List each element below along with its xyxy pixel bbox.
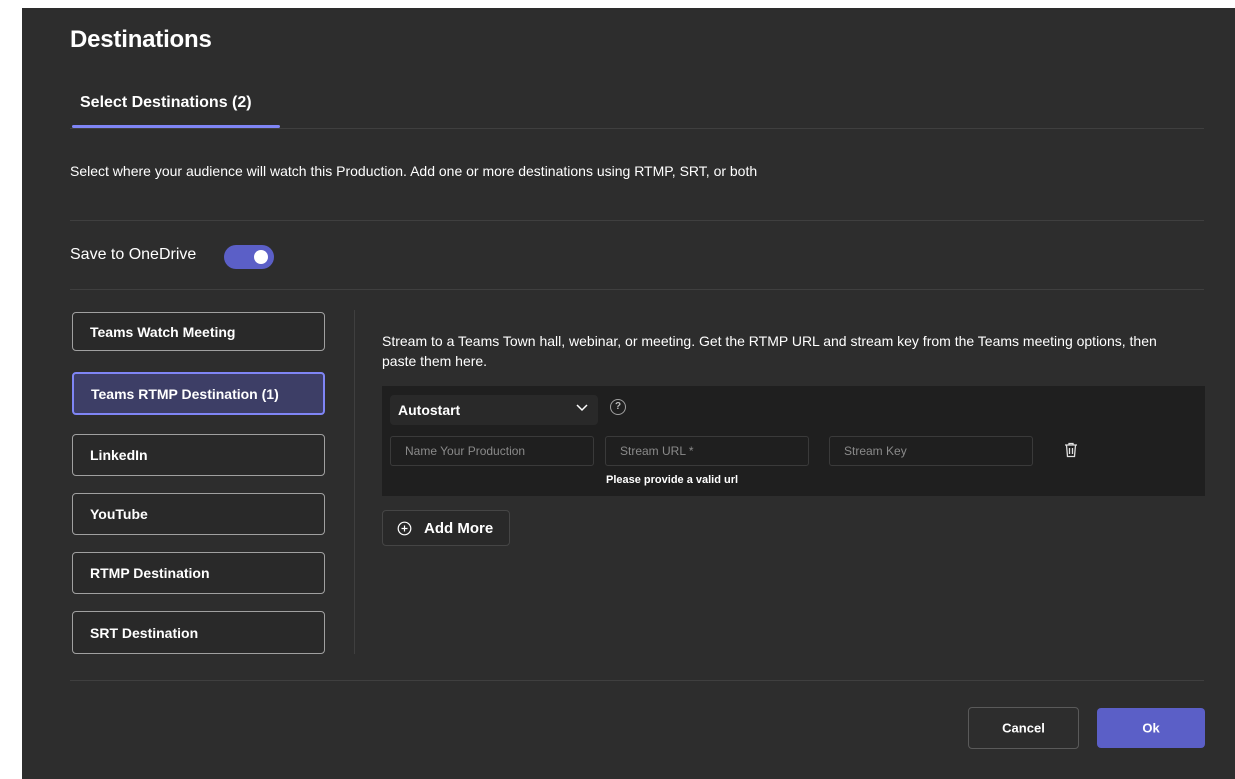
destination-label: YouTube	[90, 506, 148, 522]
divider	[70, 680, 1204, 681]
destination-rtmp[interactable]: RTMP Destination	[72, 552, 325, 594]
add-circle-icon	[397, 521, 412, 536]
url-error-message: Please provide a valid url	[606, 474, 739, 486]
dialog-description: Select where your audience will watch th…	[70, 163, 758, 179]
destination-teams-rtmp[interactable]: Teams RTMP Destination (1)	[72, 372, 325, 415]
add-more-button[interactable]: Add More	[382, 510, 510, 546]
divider	[70, 289, 1204, 290]
stream-url-input[interactable]	[605, 436, 809, 466]
toggle-knob	[254, 250, 268, 264]
production-name-input[interactable]	[390, 436, 594, 466]
destination-label: LinkedIn	[90, 447, 148, 463]
autostart-dropdown[interactable]: Autostart	[390, 395, 598, 425]
destination-srt[interactable]: SRT Destination	[72, 611, 325, 654]
ok-button[interactable]: Ok	[1097, 708, 1205, 748]
destination-teams-watch-meeting[interactable]: Teams Watch Meeting	[72, 312, 325, 351]
ok-label: Ok	[1142, 720, 1160, 736]
destination-label: Teams Watch Meeting	[90, 323, 236, 340]
stream-key-input[interactable]	[829, 436, 1033, 466]
cancel-button[interactable]: Cancel	[968, 707, 1079, 749]
tab-label: Select Destinations (2)	[80, 94, 252, 111]
question-circle-icon[interactable]: ?	[610, 399, 626, 415]
chevron-down-icon	[576, 404, 588, 412]
destination-form: Autostart ? Please provide a valid url	[382, 386, 1205, 496]
destination-label: SRT Destination	[90, 624, 199, 641]
destination-youtube[interactable]: YouTube	[72, 493, 325, 535]
divider	[70, 128, 1204, 129]
autostart-value: Autostart	[398, 402, 461, 418]
destinations-dialog: Destinations Select Destinations (2) Sel…	[22, 8, 1235, 779]
divider	[70, 220, 1204, 221]
destination-label: RTMP Destination	[90, 565, 210, 581]
tab-select-destinations[interactable]: Select Destinations (2)	[72, 92, 280, 128]
add-more-label: Add More	[424, 520, 494, 537]
destination-label: Teams RTMP Destination (1)	[91, 385, 279, 402]
cancel-label: Cancel	[1002, 720, 1045, 736]
destination-linkedin[interactable]: LinkedIn	[72, 434, 325, 476]
panel-description: Stream to a Teams Town hall, webinar, or…	[382, 333, 1157, 369]
trash-icon[interactable]	[1064, 442, 1078, 458]
dialog-title: Destinations	[70, 26, 212, 53]
onedrive-toggle[interactable]	[224, 245, 274, 269]
panel-separator	[354, 310, 355, 654]
onedrive-label: Save to OneDrive	[70, 246, 197, 263]
